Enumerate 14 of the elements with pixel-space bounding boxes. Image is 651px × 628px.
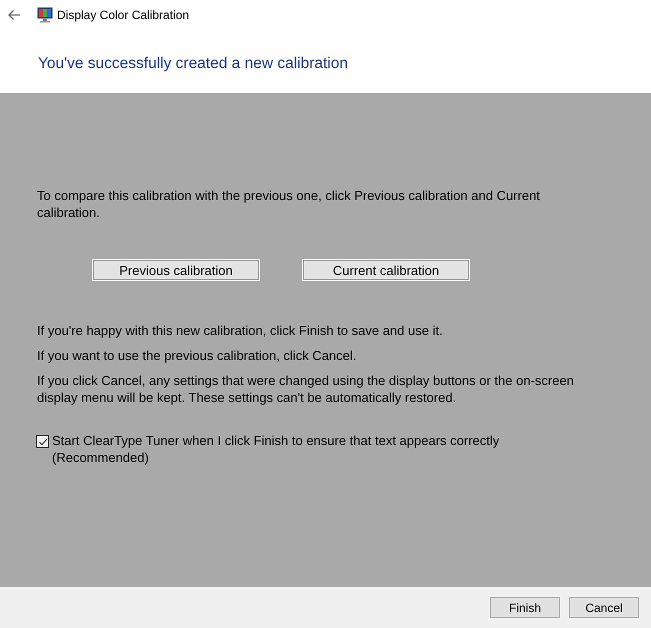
dialog-button[interactable]: Finish: [490, 597, 560, 618]
cleartype-label: Start ClearType Tuner when I click Finish to ensure that text appears correctly (Recommended): [52, 432, 500, 466]
window-title: Display Color Calibration: [57, 8, 190, 22]
info-text: If you click Cancel, any settings that were changed using the display buttons or the on-screen display menu will be kept. These settings can't be automatically restored.: [37, 372, 575, 406]
calibration-button[interactable]: Previous calibration: [92, 259, 260, 281]
info-text: If you want to use the previous calibration, click Cancel.: [37, 347, 358, 364]
page-heading: You've successfully created a new calibration: [38, 55, 348, 72]
back-arrow-icon[interactable]: [8, 10, 20, 20]
cleartype-checkbox[interactable]: [36, 435, 49, 448]
compare-instructions: To compare this calibration with the previous one, click Previous calibration and Current calibration.: [37, 187, 541, 221]
monitor-icon: [37, 7, 53, 23]
dialog-button[interactable]: Cancel: [569, 597, 639, 618]
calibration-button[interactable]: Current calibration: [302, 259, 470, 281]
info-text: If you're happy with this new calibration, click Finish to save and use it.: [37, 322, 444, 339]
